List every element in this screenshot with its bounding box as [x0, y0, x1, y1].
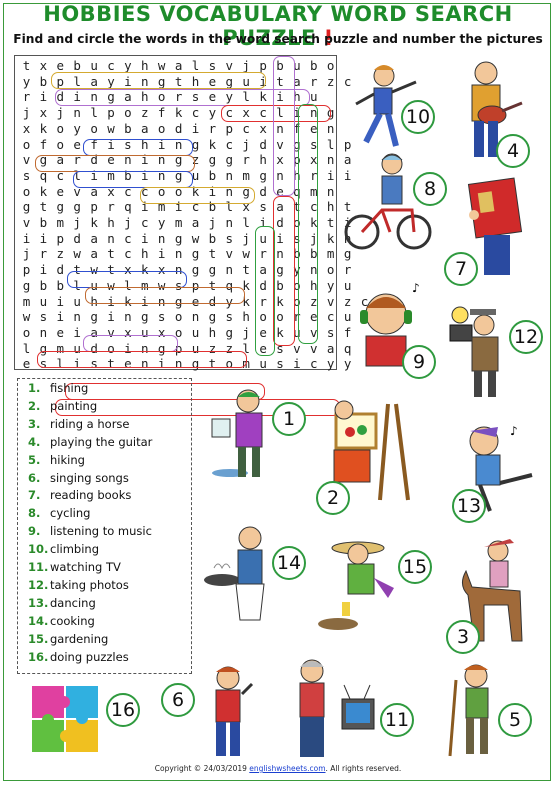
word-text: cooking [50, 613, 95, 628]
picture-number[interactable]: 3 [446, 620, 480, 654]
word-text: painting [50, 398, 98, 413]
picture-number[interactable]: 14 [272, 546, 306, 580]
copyright-text: Copyright © 24/03/2019 [154, 764, 247, 773]
word-highlight [140, 187, 255, 204]
cycling-picture [344, 153, 432, 250]
word-search-grid: txebucyhwalsvjpbuboybplayingtheguitarzcr… [14, 55, 368, 416]
svg-text:♪: ♪ [412, 281, 420, 295]
word-text: gardening [50, 631, 109, 646]
site-link[interactable]: englishwsheets.com [249, 764, 325, 773]
word-highlight [85, 287, 245, 304]
picture-number[interactable]: 7 [444, 252, 478, 286]
word-number: 12. [28, 577, 49, 592]
word-list-item: 5. hiking [28, 453, 85, 471]
word-number: 8. [28, 506, 41, 521]
word-number: 10. [28, 542, 49, 557]
word-text: watching TV [50, 560, 121, 574]
word-text: fishing [50, 381, 89, 395]
picture-number[interactable]: 8 [413, 172, 447, 206]
word-number: 3. [28, 416, 41, 431]
word-list-item: 14. cooking [28, 614, 95, 632]
word-highlight [73, 171, 193, 188]
word-text: doing puzzles [50, 649, 129, 664]
picture-number[interactable]: 1 [272, 402, 306, 436]
word-text: taking photos [50, 577, 129, 592]
picture-number[interactable]: 4 [496, 134, 530, 168]
photos-picture [449, 306, 499, 397]
copyright-line: Copyright © 24/03/2019 englishwsheets.co… [0, 764, 556, 773]
word-number: 16. [28, 649, 49, 664]
word-text: reading books [50, 488, 132, 503]
word-text: playing the guitar [50, 434, 153, 449]
cooking-picture [204, 526, 265, 621]
word-text: climbing [50, 542, 99, 557]
word-list-item: 7. reading books [28, 488, 131, 506]
word-highlight [67, 271, 187, 288]
word-text: listening to music [50, 524, 152, 539]
picture-number[interactable]: 12 [509, 320, 543, 354]
word-list-item: 4. playing the guitar [28, 435, 152, 453]
word-text: cycling [50, 506, 91, 521]
word-number: 11. [28, 560, 49, 574]
svg-text:♪: ♪ [510, 424, 518, 438]
word-text: dancing [50, 595, 96, 610]
word-list-item: 16. doing puzzles [28, 650, 129, 668]
word-list-item: 13. dancing [28, 596, 96, 614]
word-list: 1. fishing 2. painting 3. riding a horse 4. pla… [17, 378, 192, 674]
picture-number[interactable]: 13 [452, 489, 486, 523]
word-number: 6. [28, 470, 41, 485]
word-highlight [83, 139, 193, 156]
word-number: 9. [28, 524, 41, 539]
word-list-item: 1. fishing [28, 381, 88, 399]
word-highlight [37, 351, 247, 368]
picture-number[interactable]: 2 [316, 481, 350, 515]
picture-number[interactable]: 15 [398, 550, 432, 584]
puzzle-picture [32, 686, 98, 752]
instructions: Find and circle the words in the word se… [13, 32, 543, 46]
picture-number[interactable]: 11 [380, 703, 414, 737]
word-list-item: 8. cycling [28, 506, 90, 524]
word-list-item: 2. painting [28, 399, 97, 417]
picture-number[interactable]: 6 [161, 683, 195, 717]
picture-number[interactable]: 16 [106, 693, 140, 727]
gardening-picture [318, 541, 394, 630]
word-list-item: 10. climbing [28, 542, 99, 560]
word-number: 2. [28, 398, 41, 413]
copyright-suffix: . All rights reserved. [325, 764, 402, 773]
word-number: 1. [28, 381, 41, 395]
word-text: riding a horse [50, 416, 130, 431]
word-list-item: 15. gardening [28, 632, 108, 650]
tv-picture [299, 659, 375, 757]
picture-number[interactable]: 10 [401, 100, 435, 134]
fishing-picture [211, 389, 263, 477]
word-highlight [83, 335, 178, 352]
word-highlight [51, 72, 266, 89]
word-highlight [273, 56, 295, 196]
word-highlight [55, 89, 310, 106]
word-highlight [273, 196, 295, 346]
word-highlight [255, 226, 275, 356]
word-number: 7. [28, 488, 41, 503]
word-text: singing songs [50, 470, 129, 485]
singing-picture [215, 666, 254, 756]
word-highlight [35, 155, 195, 172]
word-list-item: 3. riding a horse [28, 417, 129, 435]
word-number: 4. [28, 434, 41, 449]
word-highlight [298, 104, 318, 344]
word-list-item: 12. taking photos [28, 578, 129, 596]
word-text: hiking [50, 452, 85, 467]
word-number: 13. [28, 595, 49, 610]
word-number: 5. [28, 452, 41, 467]
word-list-item: 11. watching TV [28, 560, 121, 578]
word-list-item: 6. singing songs [28, 471, 129, 489]
word-list-item: 9. listening to music [28, 524, 152, 542]
picture-number[interactable]: 9 [402, 345, 436, 379]
word-number: 14. [28, 613, 49, 628]
picture-number[interactable]: 5 [498, 703, 532, 737]
word-number: 15. [28, 631, 49, 646]
